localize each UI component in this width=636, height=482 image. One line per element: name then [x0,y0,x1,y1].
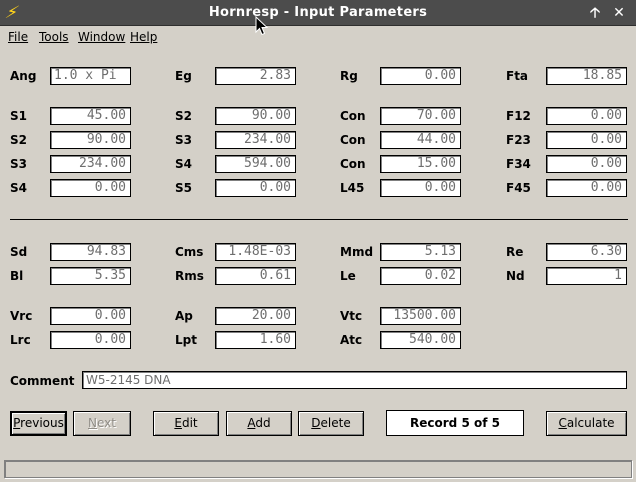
maximize-button[interactable]: 🡡 [586,4,604,22]
label-s4: S4 [10,181,27,195]
label-s5: S5 [175,181,192,195]
field-vrc[interactable]: 0.00 [50,307,131,325]
menu-help[interactable]: Help [130,30,157,44]
calculate-button[interactable]: Calculate [546,411,627,436]
field-atc[interactable]: 540.00 [380,331,461,349]
label-eg: Eg [175,69,192,83]
label-rg: Rg [340,69,358,83]
next-button[interactable]: Next [73,411,131,436]
record-indicator: Record 5 of 5 [386,410,524,436]
field-vtc[interactable]: 13500.00 [380,307,461,325]
label-cms: Cms [175,245,204,259]
mouse-cursor-icon [255,16,269,36]
field-s1[interactable]: 45.00 [50,107,131,125]
field-sd[interactable]: 94.83 [50,243,131,261]
field-fta[interactable]: 18.85 [546,67,627,85]
label-mmd: Mmd [340,245,374,259]
label-l45: L45 [340,181,365,195]
label-comment: Comment [10,374,75,388]
edit-button[interactable]: Edit [153,411,219,436]
field-lpt[interactable]: 1.60 [215,331,296,349]
field-f12[interactable]: 0.00 [546,107,627,125]
title-bar: ⚡ Hornresp - Input Parameters 🡡 ✕ [0,0,636,26]
field-s4[interactable]: 0.00 [50,179,131,197]
label-rms: Rms [175,269,204,283]
label-fta: Fta [506,69,529,83]
label-lrc: Lrc [10,333,31,347]
label-con-2: Con [340,133,366,147]
field-con-1[interactable]: 70.00 [380,107,461,125]
field-s4-right[interactable]: 594.00 [215,155,296,173]
add-button[interactable]: Add [226,411,292,436]
field-eg[interactable]: 2.83 [215,67,296,85]
label-s2-right: S2 [175,109,192,123]
label-s4-right: S4 [175,157,192,171]
label-re: Re [506,245,524,259]
field-f34[interactable]: 0.00 [546,155,627,173]
field-f45[interactable]: 0.00 [546,179,627,197]
field-rg[interactable]: 0.00 [380,67,461,85]
label-con-1: Con [340,109,366,123]
menu-bar: File Tools Window Help [0,28,636,46]
label-vtc: Vtc [340,309,363,323]
label-ap: Ap [175,309,193,323]
delete-button[interactable]: Delete [298,411,364,436]
label-sd: Sd [10,245,28,259]
label-lpt: Lpt [175,333,197,347]
label-f34: F34 [506,157,531,171]
field-s3[interactable]: 234.00 [50,155,131,173]
status-bar [4,460,632,478]
field-mmd[interactable]: 5.13 [380,243,461,261]
field-cms[interactable]: 1.48E-03 [215,243,296,261]
label-bl: Bl [10,269,24,283]
label-f12: F12 [506,109,531,123]
field-s2[interactable]: 90.00 [50,131,131,149]
field-s2-right[interactable]: 90.00 [215,107,296,125]
field-lrc[interactable]: 0.00 [50,331,131,349]
label-le: Le [340,269,356,283]
field-re[interactable]: 6.30 [546,243,627,261]
label-s2: S2 [10,133,27,147]
label-f23: F23 [506,133,531,147]
menu-window[interactable]: Window [78,30,125,44]
field-con-2[interactable]: 44.00 [380,131,461,149]
field-rms[interactable]: 0.61 [215,267,296,285]
separator-line [10,219,628,220]
field-s5[interactable]: 0.00 [215,179,296,197]
field-le[interactable]: 0.02 [380,267,461,285]
label-vrc: Vrc [10,309,33,323]
label-f45: F45 [506,181,531,195]
field-con-3[interactable]: 15.00 [380,155,461,173]
label-s3-right: S3 [175,133,192,147]
field-comment[interactable]: W5-2145 DNA [82,371,627,389]
window-title: Hornresp - Input Parameters [208,5,428,20]
field-ang[interactable]: 1.0 x Pi [50,67,131,85]
label-ang: Ang [10,69,37,83]
close-button[interactable]: ✕ [610,4,628,22]
field-f23[interactable]: 0.00 [546,131,627,149]
field-ap[interactable]: 20.00 [215,307,296,325]
label-atc: Atc [340,333,363,347]
label-s3: S3 [10,157,27,171]
field-l45[interactable]: 0.00 [380,179,461,197]
label-con-3: Con [340,157,366,171]
field-s3-right[interactable]: 234.00 [215,131,296,149]
menu-tools[interactable]: Tools [39,30,69,44]
label-nd: Nd [506,269,525,283]
previous-button[interactable]: Previous [10,411,67,436]
label-s1: S1 [10,109,27,123]
menu-file[interactable]: File [8,30,28,44]
field-nd[interactable]: 1 [546,267,627,285]
field-bl[interactable]: 5.35 [50,267,131,285]
